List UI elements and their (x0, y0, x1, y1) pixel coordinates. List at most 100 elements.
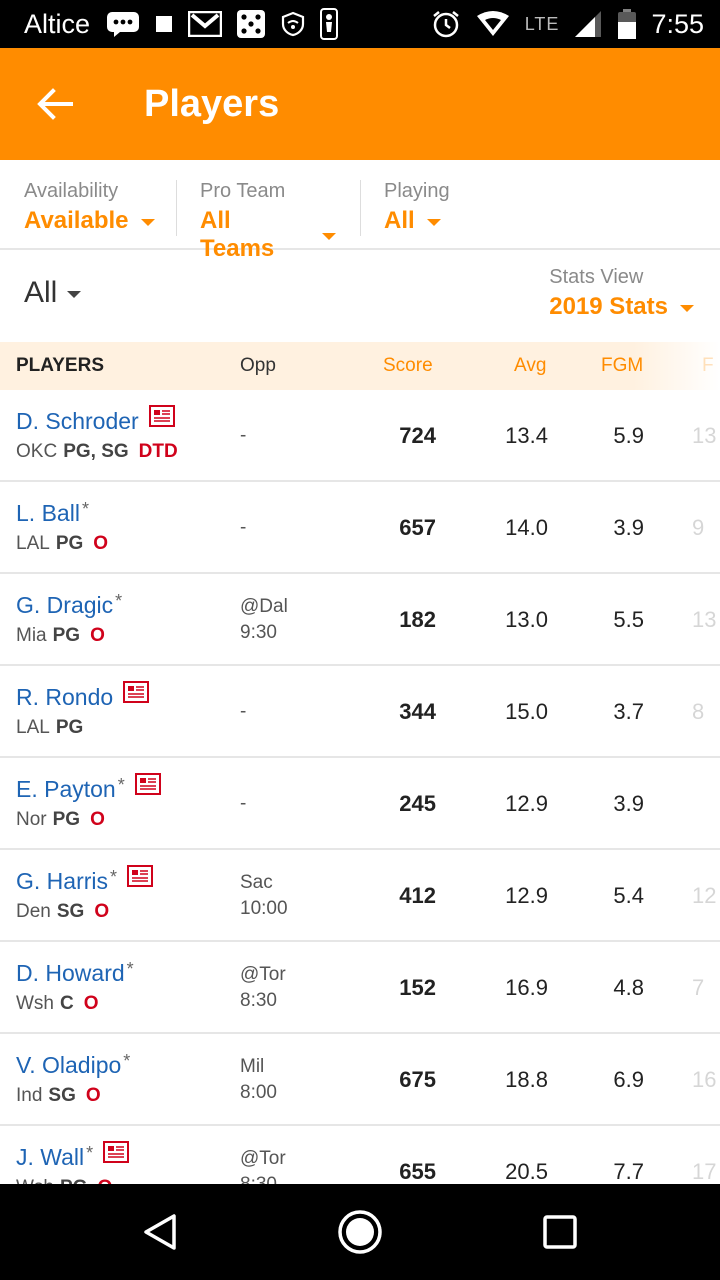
player-name-link[interactable]: V. Oladipo (16, 1052, 121, 1079)
column-opp[interactable]: Opp (240, 355, 276, 377)
avg-value: 13.0 (505, 607, 548, 632)
extra-column-value: 7 (692, 975, 705, 1000)
player-team: Wsh (16, 993, 54, 1014)
opponent: Sac (240, 872, 273, 893)
player-position: PG (52, 809, 81, 830)
fgm-value: 6.9 (613, 1067, 644, 1092)
table-row[interactable]: E. Payton * Nor PG O - 245 12.9 3.9 (0, 758, 720, 850)
avg-value: 18.8 (505, 1067, 548, 1092)
extra-column-value: 13 (692, 607, 717, 632)
player-name-link[interactable]: J. Wall (16, 1144, 84, 1171)
pro-team-filter[interactable]: Pro Team All Teams (176, 160, 360, 262)
opponent: Mil (240, 1056, 265, 1077)
playing-filter[interactable]: Playing All (360, 160, 520, 248)
square-icon (154, 14, 174, 34)
opponent-cell: @Tor 8:30 (240, 1146, 286, 1184)
opponent-cell: @Dal 9:30 (240, 594, 288, 646)
gmail-icon (188, 11, 223, 37)
extra-column-value: 12 (692, 883, 717, 908)
opponent: - (240, 701, 247, 722)
player-team: Ind (16, 1085, 43, 1106)
injury-status-badge: O (93, 533, 109, 554)
player-team: Mia (16, 625, 47, 646)
avg-value: 15.0 (505, 699, 548, 724)
fgm-value: 5.9 (613, 423, 644, 448)
stats-view-value: 2019 Stats (549, 293, 668, 320)
player-team: Den (16, 901, 51, 922)
table-header: PLAYERS Opp Score Avg FGM F (0, 342, 720, 390)
stats-view-selector[interactable]: Stats View 2019 Stats (549, 266, 694, 321)
extra-column-value: 17 (692, 1159, 717, 1184)
injury-status-badge: O (97, 1177, 112, 1184)
player-name-link[interactable]: G. Dragic (16, 592, 113, 619)
message-icon (106, 11, 140, 37)
extra-column-value: 16 (692, 1067, 717, 1092)
table-row[interactable]: G. Harris * Den SG O Sac 10:00 412 12.9 5.4 12 (0, 850, 720, 942)
column-players[interactable]: PLAYERS (16, 355, 104, 377)
player-position: PG (55, 717, 84, 738)
player-name-link[interactable]: R. Rondo (16, 684, 113, 711)
score-value: 182 (399, 607, 436, 632)
nav-back-button[interactable] (100, 1184, 220, 1280)
opponent-cell: - (240, 699, 246, 725)
injury-status-badge: DTD (138, 441, 178, 462)
score-value: 245 (399, 791, 436, 816)
game-time: 8:30 (240, 990, 277, 1011)
caret-down-icon (680, 305, 694, 312)
news-icon[interactable] (134, 772, 161, 795)
table-row[interactable]: L. Ball * LAL PG O - 657 14.0 3.9 9 (0, 482, 720, 574)
opponent-cell: Mil 8:00 (240, 1054, 277, 1106)
home-circle-icon (338, 1210, 382, 1254)
avg-value: 12.9 (505, 791, 548, 816)
caret-down-icon (322, 233, 336, 240)
column-avg[interactable]: Avg (514, 355, 546, 377)
player-name-link[interactable]: L. Ball (16, 500, 80, 527)
nav-recents-button[interactable] (500, 1184, 620, 1280)
table-row[interactable]: V. Oladipo * Ind SG O Mil 8:00 675 18.8 6.9 16 (0, 1034, 720, 1126)
alarm-icon (431, 9, 461, 39)
table-row[interactable]: G. Dragic * Mia PG O @Dal 9:30 182 13.0 5.5 13 (0, 574, 720, 666)
table-row[interactable]: R. Rondo LAL PG - 344 15.0 3.7 8 (0, 666, 720, 758)
player-position: SG (48, 1085, 76, 1106)
column-fgm[interactable]: FGM (601, 355, 643, 377)
fgm-value: 5.5 (613, 607, 644, 632)
news-icon[interactable] (103, 1140, 130, 1163)
news-icon[interactable] (148, 404, 175, 427)
player-name-link[interactable]: D. Schroder (16, 408, 139, 435)
table-row[interactable]: D. Howard * Wsh C O @Tor 8:30 152 16.9 4.8 7 (0, 942, 720, 1034)
fgm-value: 3.9 (613, 791, 644, 816)
opponent: - (240, 793, 247, 814)
pro-team-label: Pro Team (200, 180, 286, 202)
player-name-link[interactable]: E. Payton (16, 776, 116, 803)
news-icon[interactable] (123, 680, 150, 703)
player-flag: * (110, 867, 118, 887)
player-team: LAL (16, 717, 50, 738)
opponent: @Tor (240, 1148, 286, 1169)
recents-square-icon (543, 1215, 577, 1249)
signal-icon (573, 9, 603, 39)
back-button[interactable] (0, 48, 110, 160)
column-score[interactable]: Score (383, 355, 433, 377)
caret-down-icon (426, 219, 441, 226)
view-options-row: All Stats View 2019 Stats (0, 252, 720, 342)
battery-icon (617, 8, 637, 40)
fgm-value: 4.8 (613, 975, 644, 1000)
player-name-link[interactable]: G. Harris (16, 868, 108, 895)
arrow-left-icon (37, 88, 73, 120)
dice-icon (236, 9, 266, 39)
player-name-link[interactable]: D. Howard (16, 960, 125, 987)
injury-status-badge: O (83, 993, 99, 1014)
injury-status-badge: O (85, 1085, 101, 1106)
table-row[interactable]: J. Wall* Wsh PG O @Tor 8:30 655 20.5 7.7 17 (0, 1126, 720, 1184)
availability-value: Available (24, 207, 129, 234)
nav-home-button[interactable] (300, 1184, 420, 1280)
news-icon[interactable] (127, 864, 154, 887)
table-row[interactable]: D. Schroder OKC PG, SG DTD - 724 13.4 5.9 13 (0, 390, 720, 482)
position-filter[interactable]: All (24, 276, 82, 310)
player-team: Wsh (16, 1177, 54, 1184)
column-extra[interactable]: F (702, 355, 714, 377)
availability-filter[interactable]: Availability Available (0, 160, 176, 248)
injury-status-badge: O (94, 901, 110, 922)
avg-value: 20.5 (505, 1159, 548, 1184)
player-flag: * (117, 775, 125, 795)
